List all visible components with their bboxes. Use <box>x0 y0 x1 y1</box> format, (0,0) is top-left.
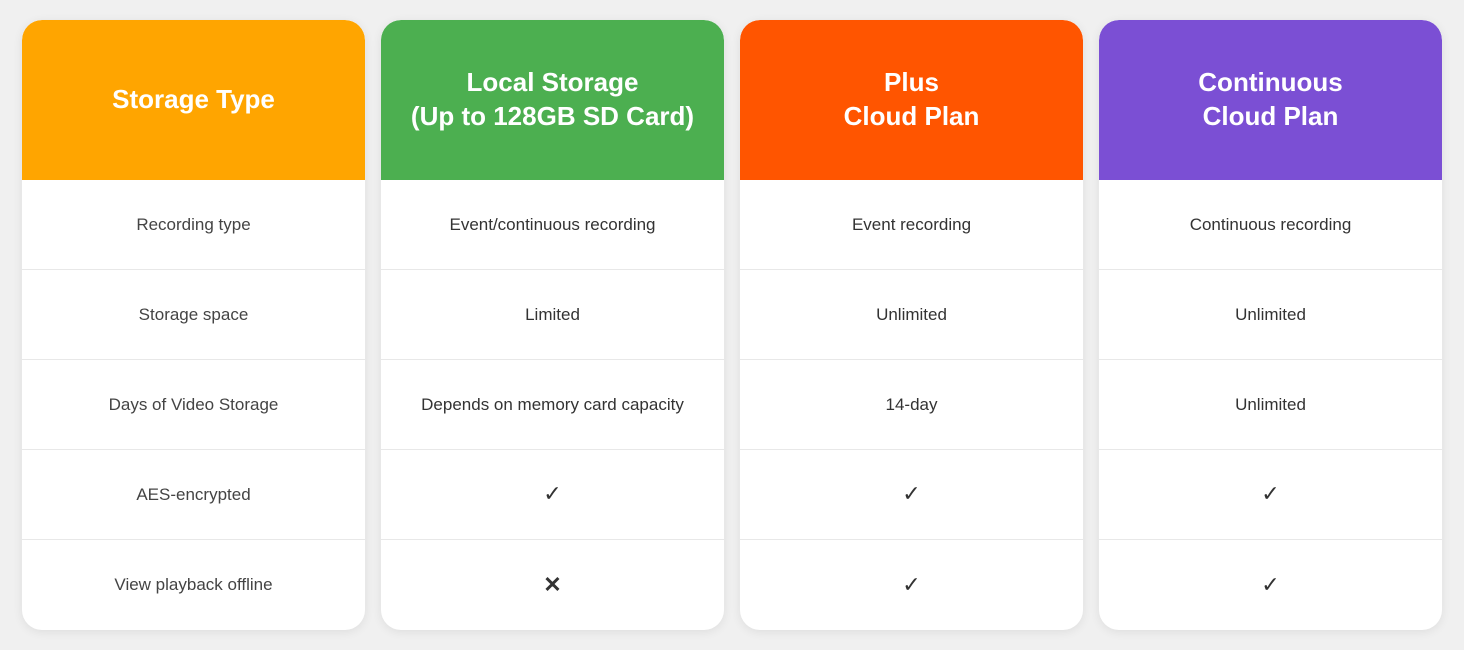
cell-plus-cloud-4: ✓ <box>740 540 1083 630</box>
column-header-plus-cloud: PlusCloud Plan <box>740 20 1083 180</box>
cell-local-storage-2: Depends on memory card capacity <box>381 360 724 450</box>
cell-storage-type-3: AES-encrypted <box>22 450 365 540</box>
cell-continuous-cloud-2: Unlimited <box>1099 360 1442 450</box>
cell-plus-cloud-1: Unlimited <box>740 270 1083 360</box>
column-body-continuous-cloud: Continuous recordingUnlimitedUnlimited✓✓ <box>1099 180 1442 630</box>
cell-local-storage-1: Limited <box>381 270 724 360</box>
cell-plus-cloud-2: 14-day <box>740 360 1083 450</box>
cell-storage-type-4: View playback offline <box>22 540 365 630</box>
cell-plus-cloud-0: Event recording <box>740 180 1083 270</box>
column-body-storage-type: Recording typeStorage spaceDays of Video… <box>22 180 365 630</box>
column-header-text-local-storage: Local Storage(Up to 128GB SD Card) <box>411 66 694 134</box>
cell-plus-cloud-3: ✓ <box>740 450 1083 540</box>
column-plus-cloud: PlusCloud Plan Event recordingUnlimited14… <box>740 20 1083 630</box>
column-header-local-storage: Local Storage(Up to 128GB SD Card) <box>381 20 724 180</box>
cell-local-storage-4: ✕ <box>381 540 724 630</box>
cell-continuous-cloud-4: ✓ <box>1099 540 1442 630</box>
cell-continuous-cloud-0: Continuous recording <box>1099 180 1442 270</box>
check-icon: ✓ <box>902 479 920 510</box>
cell-local-storage-3: ✓ <box>381 450 724 540</box>
comparison-table: Storage Type Recording typeStorage spaceD… <box>22 20 1442 630</box>
cell-storage-type-2: Days of Video Storage <box>22 360 365 450</box>
column-storage-type: Storage Type Recording typeStorage spaceD… <box>22 20 365 630</box>
cell-continuous-cloud-3: ✓ <box>1099 450 1442 540</box>
column-header-text-continuous-cloud: ContinuousCloud Plan <box>1198 66 1342 134</box>
column-body-plus-cloud: Event recordingUnlimited14-day ✓ ✓ <box>740 180 1083 630</box>
cross-icon: ✕ <box>543 570 561 601</box>
check-icon: ✓ <box>1261 479 1279 510</box>
cell-storage-type-0: Recording type <box>22 180 365 270</box>
column-header-continuous-cloud: ContinuousCloud Plan <box>1099 20 1442 180</box>
column-local-storage: Local Storage(Up to 128GB SD Card) Event/… <box>381 20 724 630</box>
cell-local-storage-0: Event/continuous recording <box>381 180 724 270</box>
column-header-text-storage-type: Storage Type <box>112 83 275 117</box>
check-icon: ✓ <box>1261 570 1279 601</box>
cell-continuous-cloud-1: Unlimited <box>1099 270 1442 360</box>
column-body-local-storage: Event/continuous recordingLimitedDepends… <box>381 180 724 630</box>
column-header-text-plus-cloud: PlusCloud Plan <box>844 66 980 134</box>
column-continuous-cloud: ContinuousCloud Plan Continuous recording… <box>1099 20 1442 630</box>
check-icon: ✓ <box>543 479 561 510</box>
check-icon: ✓ <box>902 570 920 601</box>
column-header-storage-type: Storage Type <box>22 20 365 180</box>
cell-storage-type-1: Storage space <box>22 270 365 360</box>
